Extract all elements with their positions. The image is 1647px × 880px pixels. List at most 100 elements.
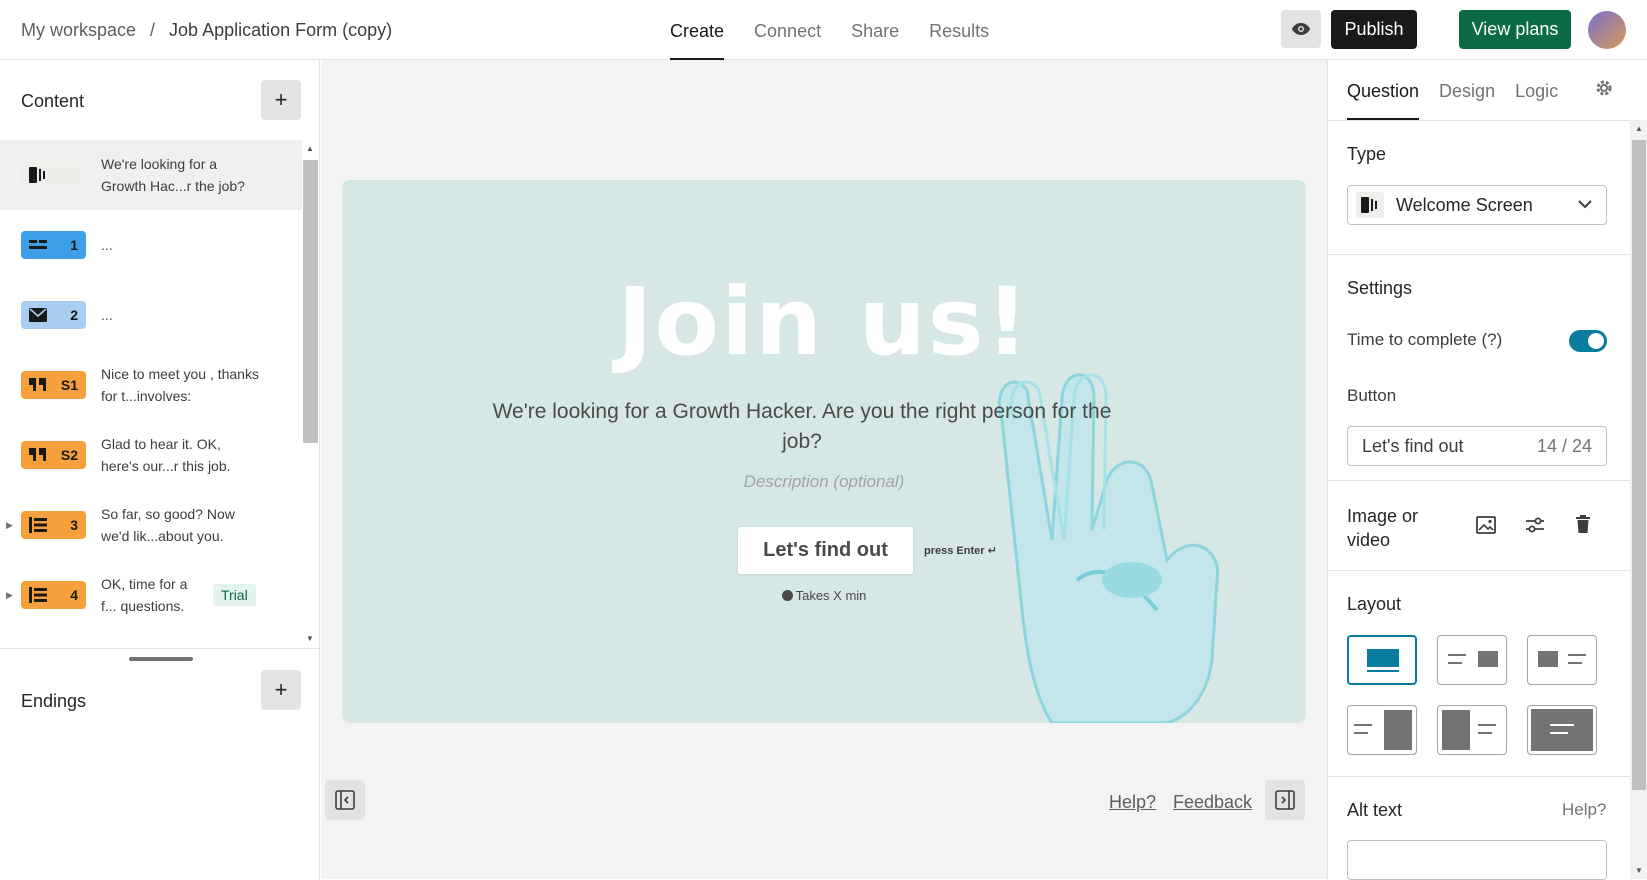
question-text: So far, so good? Now we'd lik...about yo… xyxy=(101,506,235,544)
main-tabs: Create Connect Share Results xyxy=(670,0,989,60)
gear-icon[interactable] xyxy=(1594,78,1614,98)
description-placeholder[interactable]: Description (optional) xyxy=(342,472,1306,492)
list-item[interactable]: 2 ... xyxy=(0,280,302,350)
collapse-left-panel-button[interactable] xyxy=(325,780,365,820)
breadcrumb-workspace[interactable]: My workspace xyxy=(21,20,136,41)
divider xyxy=(0,648,320,649)
add-ending-button[interactable]: + xyxy=(261,670,301,710)
time-to-complete: Takes X min xyxy=(342,588,1306,603)
cta-button[interactable]: Let's find out xyxy=(738,527,913,574)
panel-collapse-right-icon xyxy=(1275,790,1295,810)
scroll-down-icon[interactable]: ▼ xyxy=(306,634,314,643)
add-content-button[interactable]: + xyxy=(261,80,301,120)
layout-option-background[interactable] xyxy=(1347,635,1417,685)
layout-option-split-right[interactable] xyxy=(1347,705,1417,755)
email-icon xyxy=(29,308,47,322)
view-plans-button[interactable]: View plans xyxy=(1459,10,1571,49)
alt-text-help-link[interactable]: Help? xyxy=(1562,800,1606,820)
tab-logic[interactable]: Logic xyxy=(1515,60,1558,120)
tab-design[interactable]: Design xyxy=(1439,60,1495,120)
question-number: 2 xyxy=(70,307,78,323)
question-badge: 3 xyxy=(21,511,86,539)
layout-option-split-left-small[interactable] xyxy=(1527,635,1597,685)
plus-icon: + xyxy=(274,87,288,112)
settings-tabs: Question Design Logic xyxy=(1347,60,1558,120)
divider xyxy=(1328,570,1630,571)
welcome-screen-icon xyxy=(1356,192,1384,218)
question-list: We're looking for a Growth Hac...r the j… xyxy=(0,140,302,648)
list-item[interactable]: ▶ 4 OK, time for a f... questions. Trial xyxy=(0,560,302,630)
settings-label: Settings xyxy=(1347,278,1413,298)
question-type-select[interactable]: Welcome Screen xyxy=(1347,185,1607,225)
layout-option-wallpaper[interactable] xyxy=(1527,705,1597,755)
tab-connect[interactable]: Connect xyxy=(754,0,821,60)
type-label: Type xyxy=(1347,144,1387,164)
tab-share[interactable]: Share xyxy=(851,0,899,60)
trash-icon[interactable] xyxy=(1575,515,1591,534)
question-badge: S1 xyxy=(21,371,86,399)
list-item[interactable]: We're looking for a Growth Hac...r the j… xyxy=(0,140,302,210)
question-text: Nice to meet you , thanks for t...involv… xyxy=(101,366,259,404)
image-icon[interactable] xyxy=(1476,516,1496,534)
tab-create[interactable]: Create xyxy=(670,0,725,60)
question-number: 4 xyxy=(70,587,78,603)
layout-option-split-right-small[interactable] xyxy=(1437,635,1507,685)
content-panel: Content + We're looking for a Growth Hac… xyxy=(0,60,320,879)
welcome-headline[interactable]: Join us! xyxy=(342,268,1306,377)
divider xyxy=(1328,776,1630,777)
question-number: 1 xyxy=(70,237,78,253)
breadcrumb-separator: / xyxy=(150,20,156,40)
question-text: We're looking for a Growth Hac...r the j… xyxy=(101,156,245,194)
welcome-screen-preview[interactable]: Join us! We're looking for a Growth Hack… xyxy=(342,180,1306,723)
list-item[interactable]: ▶ 3 So far, so good? Now we'd lik...abou… xyxy=(0,490,302,560)
question-badge: S2 xyxy=(21,441,86,469)
question-text: OK, time for a f... questions. xyxy=(101,576,188,614)
layout-option-split-left[interactable] xyxy=(1437,705,1507,755)
divider xyxy=(1328,120,1630,121)
form-canvas: Join us! We're looking for a Growth Hack… xyxy=(321,60,1327,879)
scroll-up-icon[interactable]: ▲ xyxy=(306,144,314,153)
question-number: S1 xyxy=(60,377,78,393)
list-item[interactable]: S1 Nice to meet you , thanks for t...inv… xyxy=(0,350,302,420)
list-item[interactable]: 1 ... xyxy=(0,210,302,280)
button-text-value: Let's find out xyxy=(1362,435,1464,456)
list-item[interactable]: S2 Glad to hear it. OK, here's our...r t… xyxy=(0,420,302,490)
collapse-right-panel-button[interactable] xyxy=(1265,780,1305,820)
question-badge xyxy=(21,161,86,189)
content-scroll-thumb[interactable] xyxy=(303,160,318,443)
tab-question[interactable]: Question xyxy=(1347,60,1420,120)
help-link[interactable]: Help? xyxy=(1109,792,1156,813)
breadcrumb: My workspace / Job Application Form (cop… xyxy=(21,20,392,41)
scroll-up-icon[interactable]: ▲ xyxy=(1635,124,1643,133)
content-title: Content xyxy=(21,91,85,111)
time-to-complete-toggle[interactable] xyxy=(1569,330,1607,352)
tab-results[interactable]: Results xyxy=(929,0,989,60)
top-bar: My workspace / Job Application Form (cop… xyxy=(0,0,1647,60)
panel-resize-handle[interactable] xyxy=(129,657,193,661)
endings-title: Endings xyxy=(21,691,87,711)
chevron-down-icon xyxy=(1578,200,1592,209)
alt-text-label: Alt text xyxy=(1347,800,1403,820)
question-badge: 4 xyxy=(21,581,86,609)
expand-arrow-icon[interactable]: ▶ xyxy=(6,590,13,601)
alt-text-input[interactable] xyxy=(1347,840,1607,880)
welcome-subtitle[interactable]: We're looking for a Growth Hacker. Are y… xyxy=(482,397,1122,457)
question-text: ... xyxy=(101,307,113,323)
question-badge: 1 xyxy=(21,231,86,259)
breadcrumb-form-title[interactable]: Job Application Form (copy) xyxy=(169,20,392,41)
publish-button[interactable]: Publish xyxy=(1331,10,1417,49)
expand-arrow-icon[interactable]: ▶ xyxy=(6,520,13,531)
button-text-input[interactable]: Let's find out 14 / 24 xyxy=(1347,426,1607,466)
question-text: Glad to hear it. OK, here's our...r this… xyxy=(101,436,231,474)
preview-button[interactable] xyxy=(1281,10,1321,48)
divider xyxy=(1328,254,1630,255)
sliders-icon[interactable] xyxy=(1525,516,1545,534)
quote-icon xyxy=(29,378,46,391)
question-type-value: Welcome Screen xyxy=(1396,194,1533,215)
avatar[interactable] xyxy=(1588,11,1626,49)
plus-icon: + xyxy=(274,677,288,702)
scroll-down-icon[interactable]: ▼ xyxy=(1635,866,1643,875)
feedback-link[interactable]: Feedback xyxy=(1173,792,1252,813)
trial-badge: Trial xyxy=(213,584,256,606)
settings-scroll-thumb[interactable] xyxy=(1632,140,1646,790)
